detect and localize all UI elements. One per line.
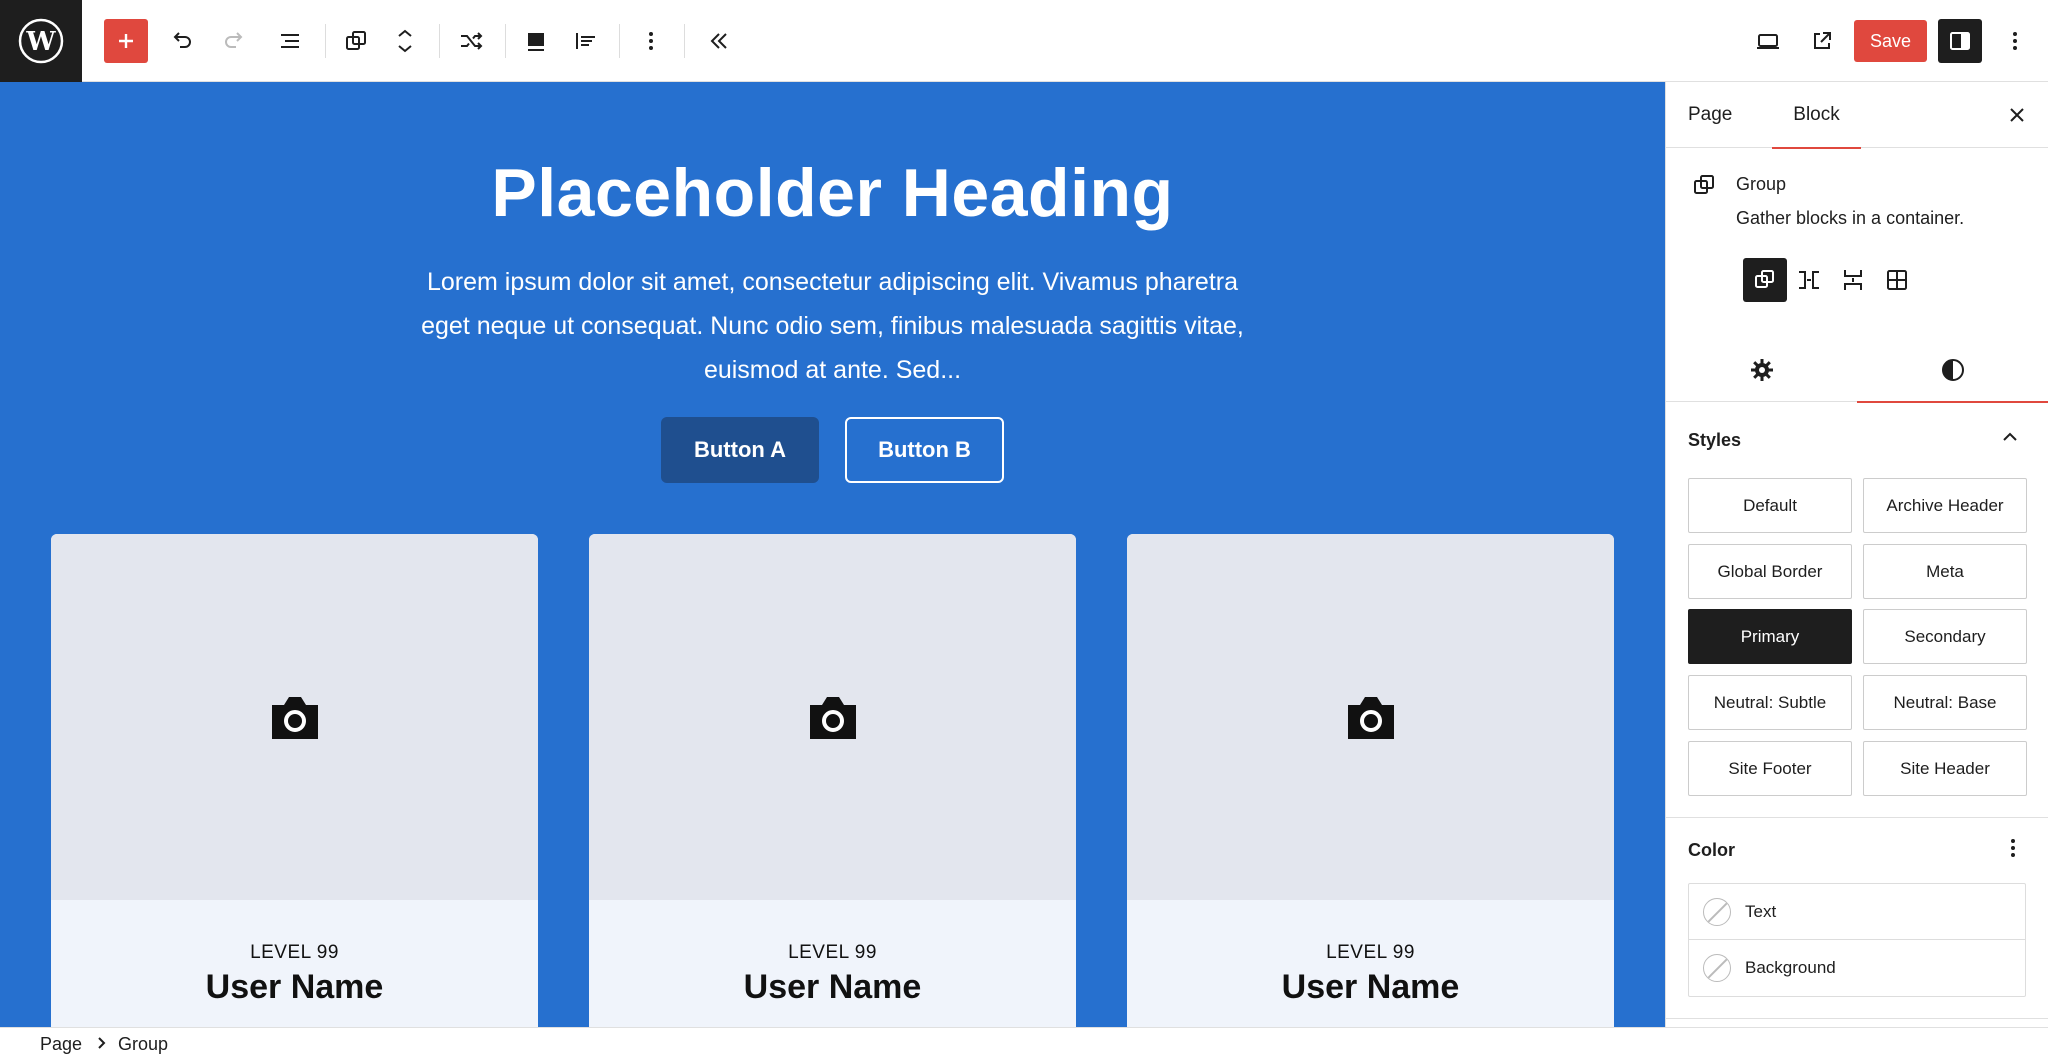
align-top-icon[interactable] — [514, 19, 558, 63]
card-level: LEVEL 99 — [1326, 942, 1415, 963]
image-placeholder[interactable] — [51, 534, 538, 900]
style-site-footer[interactable]: Site Footer — [1688, 741, 1852, 796]
card-user-name: User Name — [743, 968, 922, 1006]
breadcrumb-group[interactable]: Group — [118, 1034, 168, 1055]
styles-panel-title[interactable]: Styles — [1688, 430, 1741, 451]
color-panel-title[interactable]: Color — [1688, 840, 1735, 861]
user-card[interactable]: LEVEL 99 User Name — [51, 534, 538, 1027]
card-user-name: User Name — [205, 968, 384, 1006]
camera-icon — [1347, 697, 1394, 739]
block-description: Gather blocks in a container. — [1736, 208, 1965, 228]
style-meta[interactable]: Meta — [1863, 544, 2027, 599]
options-menu-icon[interactable] — [1993, 19, 2037, 63]
text-color-item[interactable]: Text — [1689, 884, 2025, 940]
row-variation-icon[interactable] — [1787, 258, 1831, 302]
panel-divider — [1666, 817, 2048, 818]
user-card[interactable]: LEVEL 99 User Name — [1127, 534, 1614, 1027]
background-color-label: Background — [1745, 958, 1836, 977]
style-primary[interactable]: Primary — [1688, 609, 1852, 664]
move-up-down-icon[interactable] — [383, 19, 427, 63]
chevron-up-icon[interactable] — [1999, 426, 2021, 453]
button-a[interactable]: Button A — [661, 417, 819, 483]
redo-button[interactable] — [213, 19, 257, 63]
group-block-icon[interactable] — [334, 19, 378, 63]
camera-icon — [809, 697, 856, 739]
image-placeholder[interactable] — [589, 534, 1076, 900]
undo-button[interactable] — [159, 19, 203, 63]
view-page-external-icon[interactable] — [1800, 19, 1844, 63]
style-global-border[interactable]: Global Border — [1688, 544, 1852, 599]
shuffle-icon[interactable] — [449, 19, 493, 63]
toolbar-divider — [325, 24, 326, 58]
style-default[interactable]: Default — [1688, 478, 1852, 533]
breadcrumb-page[interactable]: Page — [40, 1034, 82, 1055]
more-options-icon[interactable] — [629, 19, 673, 63]
add-block-button[interactable] — [104, 19, 148, 63]
breadcrumb: Page Group — [0, 1027, 2048, 1061]
style-neutral-base[interactable]: Neutral: Base — [1863, 675, 2027, 730]
page-heading[interactable]: Placeholder Heading — [0, 154, 1665, 232]
settings-sidebar: Page Block Group Gather blocks in a cont… — [1665, 82, 2048, 1027]
settings-sidebar-toggle-icon[interactable] — [1938, 19, 1982, 63]
svg-text:W: W — [25, 27, 56, 57]
card-level: LEVEL 99 — [788, 942, 877, 963]
grid-variation-icon[interactable] — [1875, 258, 1919, 302]
group-block-icon — [1690, 170, 1720, 205]
toolbar-divider — [505, 24, 506, 58]
chevron-right-icon — [94, 1032, 110, 1059]
color-options-icon[interactable] — [2002, 837, 2024, 864]
group-variation-icon[interactable] — [1743, 258, 1787, 302]
button-b[interactable]: Button B — [845, 417, 1004, 483]
image-placeholder[interactable] — [1127, 534, 1614, 900]
collapse-toolbar-icon[interactable] — [697, 19, 741, 63]
document-overview-button[interactable] — [268, 19, 312, 63]
toolbar-divider — [684, 24, 685, 58]
toolbar-divider — [619, 24, 620, 58]
editor-canvas[interactable]: Placeholder Heading Lorem ipsum dolor si… — [0, 82, 1665, 1027]
background-color-item[interactable]: Background — [1689, 940, 2025, 996]
stack-variation-icon[interactable] — [1831, 258, 1875, 302]
editor-toolbar: W Save — [0, 0, 2048, 82]
preview-device-icon[interactable] — [1746, 19, 1790, 63]
empty-swatch-icon — [1703, 897, 1731, 926]
panel-divider — [1666, 1018, 2048, 1019]
style-neutral-subtle[interactable]: Neutral: Subtle — [1688, 675, 1852, 730]
camera-icon — [271, 697, 318, 739]
style-site-header[interactable]: Site Header — [1863, 741, 2027, 796]
block-title: Group — [1736, 174, 1787, 194]
inspector-tabs — [1666, 338, 2048, 403]
card-user-name: User Name — [1281, 968, 1460, 1006]
justify-left-icon[interactable] — [564, 19, 608, 63]
tab-block[interactable]: Block — [1772, 82, 1861, 149]
style-secondary[interactable]: Secondary — [1863, 609, 2027, 664]
close-icon[interactable] — [2000, 98, 2034, 132]
wordpress-logo-icon[interactable]: W — [0, 0, 82, 82]
styles-contrast-icon[interactable] — [1857, 338, 2048, 403]
style-archive-header[interactable]: Archive Header — [1863, 478, 2027, 533]
card-level: LEVEL 99 — [250, 942, 339, 963]
toolbar-divider — [439, 24, 440, 58]
empty-swatch-icon — [1703, 954, 1731, 982]
text-color-label: Text — [1745, 901, 1777, 921]
color-settings-list: Text Background — [1688, 883, 2026, 997]
hero-paragraph[interactable]: Lorem ipsum dolor sit amet, consectetur … — [400, 260, 1265, 392]
user-card[interactable]: LEVEL 99 User Name — [589, 534, 1076, 1027]
save-button[interactable]: Save — [1854, 20, 1927, 62]
settings-gear-icon[interactable] — [1666, 338, 1857, 402]
tab-page[interactable]: Page — [1688, 82, 1732, 148]
